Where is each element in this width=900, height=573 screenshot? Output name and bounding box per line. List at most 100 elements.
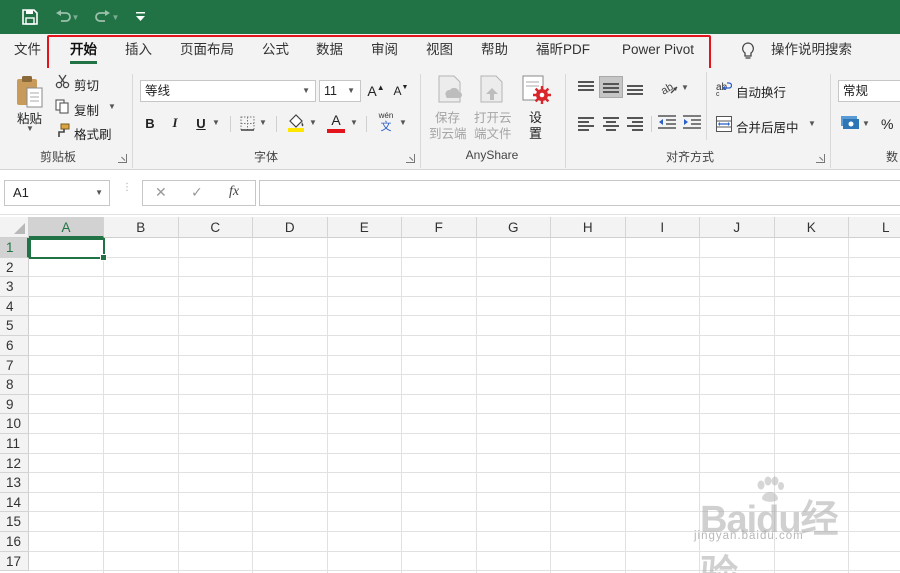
increase-indent-icon[interactable] xyxy=(683,115,701,134)
clipboard-launcher-icon[interactable] xyxy=(118,154,127,163)
redo-icon[interactable]: ▼ xyxy=(90,5,124,29)
column-header-k[interactable]: K xyxy=(774,217,849,238)
row-gridline xyxy=(29,374,900,376)
column-header-c[interactable]: C xyxy=(178,217,253,238)
column-header-i[interactable]: I xyxy=(625,217,700,238)
row-header-4[interactable]: 4 xyxy=(0,296,29,317)
row-header-9[interactable]: 9 xyxy=(0,394,29,415)
align-right-icon[interactable] xyxy=(627,116,643,131)
column-header-j[interactable]: J xyxy=(700,217,775,238)
row-gridline xyxy=(29,295,900,297)
font-launcher-icon[interactable] xyxy=(406,154,415,163)
phonetic-dropdown-icon[interactable]: ▼ xyxy=(399,118,407,127)
row-header-12[interactable]: 12 xyxy=(0,453,29,474)
tell-me-search[interactable]: 操作说明搜索 xyxy=(771,34,852,68)
drag-handle-icon[interactable]: ⋮ xyxy=(122,183,132,193)
cut-icon xyxy=(55,74,70,92)
decrease-indent-icon[interactable] xyxy=(658,115,676,134)
tab-file[interactable]: 文件 xyxy=(14,34,41,68)
row-header-5[interactable]: 5 xyxy=(0,316,29,336)
row-header-3[interactable]: 3 xyxy=(0,277,29,297)
clipboard-group-label: 剪贴板 xyxy=(39,150,76,164)
column-header-g[interactable]: G xyxy=(476,217,551,238)
formula-input[interactable] xyxy=(259,180,900,206)
font-color-icon: A xyxy=(331,112,341,128)
column-gridline xyxy=(475,238,477,573)
increase-font-button[interactable]: A ▲ xyxy=(366,80,386,102)
bold-button[interactable]: B xyxy=(141,112,159,134)
name-box[interactable]: A1 ▼ xyxy=(4,180,110,206)
fill-color-dropdown-icon[interactable]: ▼ xyxy=(309,118,317,127)
fill-color-icon[interactable] xyxy=(287,113,305,136)
format-painter-button[interactable]: 格式刷 xyxy=(74,124,112,143)
row-header-10[interactable]: 10 xyxy=(0,414,29,434)
insert-function-icon[interactable]: fx xyxy=(229,184,239,200)
title-bar: ▼ ▼ xyxy=(0,0,900,34)
row-header-8[interactable]: 8 xyxy=(0,375,29,395)
row-header-6[interactable]: 6 xyxy=(0,336,29,356)
merge-dropdown-icon[interactable]: ▼ xyxy=(808,119,816,128)
underline-dropdown-icon[interactable]: ▼ xyxy=(212,118,220,127)
font-color-dropdown-icon[interactable]: ▼ xyxy=(350,118,358,127)
merge-center-button[interactable]: 合并后居中 xyxy=(736,117,799,136)
borders-icon[interactable] xyxy=(240,116,255,134)
active-cell[interactable] xyxy=(29,238,107,261)
column-header-l[interactable]: L xyxy=(849,217,900,238)
font-size-combo[interactable]: 11 ▼ xyxy=(319,80,361,102)
column-header-b[interactable]: B xyxy=(104,217,179,238)
accounting-format-icon[interactable] xyxy=(840,113,860,134)
baidu-watermark: Baidu经验 jingyan.baidu.com xyxy=(688,474,868,573)
column-header-f[interactable]: F xyxy=(402,217,477,238)
row-header-11[interactable]: 11 xyxy=(0,434,29,454)
customize-qat-icon[interactable] xyxy=(132,5,148,29)
align-bottom-icon[interactable] xyxy=(627,80,643,95)
save-icon[interactable] xyxy=(18,5,42,29)
font-name-combo[interactable]: 等线 ▼ xyxy=(140,80,316,102)
select-all-corner[interactable] xyxy=(0,217,29,238)
row-header-17[interactable]: 17 xyxy=(0,551,29,572)
italic-button[interactable]: I xyxy=(166,112,184,134)
alignment-launcher-icon[interactable] xyxy=(816,154,825,163)
align-middle-button[interactable] xyxy=(599,76,623,98)
column-header-h[interactable]: H xyxy=(551,217,626,238)
percent-button[interactable]: % xyxy=(881,116,893,132)
align-center-icon[interactable] xyxy=(603,116,619,131)
cloud-save-button[interactable]: 到云端 xyxy=(429,123,467,142)
orientation-dropdown-icon[interactable]: ▼ xyxy=(681,83,689,92)
row-header-14[interactable]: 14 xyxy=(0,492,29,513)
wrap-text-button[interactable]: 自动换行 xyxy=(736,82,786,101)
undo-icon[interactable]: ▼ xyxy=(50,5,84,29)
copy-button[interactable]: 复制 xyxy=(74,100,99,119)
column-header-a[interactable]: A xyxy=(29,217,104,238)
row-header-13[interactable]: 13 xyxy=(0,473,29,493)
column-header-e[interactable]: E xyxy=(327,217,402,238)
paste-dropdown-icon[interactable]: ▼ xyxy=(26,124,34,133)
align-middle-icon xyxy=(603,80,619,94)
paste-icon[interactable] xyxy=(14,74,46,110)
copy-dropdown-icon[interactable]: ▼ xyxy=(108,102,116,111)
row-header-16[interactable]: 16 xyxy=(0,532,29,552)
row-header-15[interactable]: 15 xyxy=(0,512,29,532)
underline-button[interactable]: U xyxy=(192,112,210,134)
number-format-combo[interactable]: 常规 xyxy=(838,80,900,102)
enter-icon[interactable]: ✓ xyxy=(191,184,203,201)
cloud-open-button[interactable]: 端文件 xyxy=(474,123,512,142)
align-top-icon[interactable] xyxy=(578,80,594,94)
phonetic-guide-button[interactable]: wén 文 xyxy=(375,111,397,135)
accounting-dropdown-icon[interactable]: ▼ xyxy=(862,119,870,128)
row-header-2[interactable]: 2 xyxy=(0,257,29,278)
column-header-d[interactable]: D xyxy=(253,217,328,238)
decrease-font-button[interactable]: A ▼ xyxy=(391,80,411,102)
borders-dropdown-icon[interactable]: ▼ xyxy=(259,118,267,127)
excel-window: ▼ ▼ 文件 开始 插入 页面布局 公式 数据 审阅 视图 帮助 福昕PDF P… xyxy=(0,0,900,573)
row-header-1[interactable]: 1 xyxy=(0,238,29,258)
align-left-icon[interactable] xyxy=(578,116,594,131)
orientation-icon[interactable]: ab xyxy=(659,79,679,98)
format-painter-icon xyxy=(55,123,70,141)
separator xyxy=(366,116,367,132)
row-header-7[interactable]: 7 xyxy=(0,355,29,376)
cut-button[interactable]: 剪切 xyxy=(74,75,99,94)
cancel-icon[interactable]: ✕ xyxy=(155,184,167,201)
font-color-button[interactable]: A xyxy=(326,112,346,134)
cloud-save-icon xyxy=(436,74,464,109)
